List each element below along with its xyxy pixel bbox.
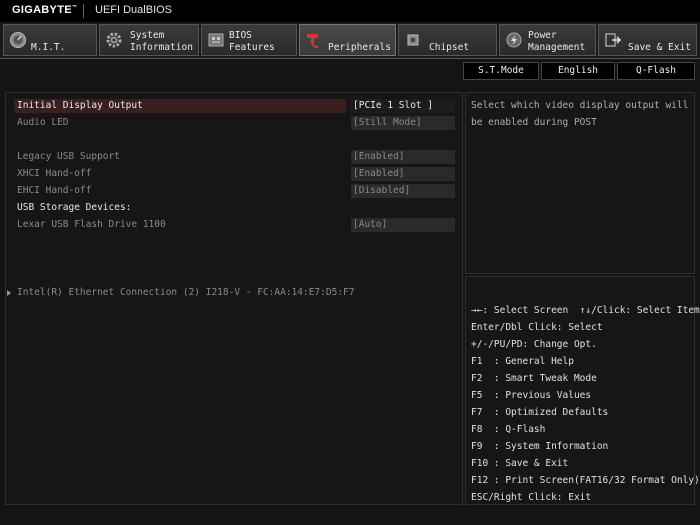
submenu-arrow-icon bbox=[7, 290, 11, 296]
peripheral-plug-icon bbox=[307, 34, 319, 48]
ehci-hand-off-value[interactable]: [Disabled] bbox=[351, 184, 455, 198]
audio-led-value[interactable]: [Still Mode] bbox=[351, 116, 455, 130]
xhci-hand-off-label[interactable]: XHCI Hand-off bbox=[17, 167, 91, 181]
legacy-usb-support-label[interactable]: Legacy USB Support bbox=[17, 150, 120, 164]
lexar-usb-flash-drive-label[interactable]: Lexar USB Flash Drive 1100 bbox=[17, 218, 166, 232]
gear-icon bbox=[106, 32, 122, 48]
tab-system-information-line2: Information bbox=[130, 42, 193, 53]
logo-divider bbox=[83, 4, 84, 18]
tab-system-information-label: System Information bbox=[130, 30, 193, 54]
tab-peripherals-label: Peripherals bbox=[328, 42, 391, 53]
key-legend-line: +/-/PU/PD: Change Opt. bbox=[471, 339, 597, 350]
tab-power-management[interactable]: Power Management bbox=[499, 24, 596, 56]
tab-peripherals[interactable]: Peripherals bbox=[299, 24, 396, 56]
tab-bios-features-line2: Features bbox=[229, 42, 275, 53]
help-panel: Select which video display output will b… bbox=[465, 92, 695, 274]
top-bar: GIGABYTE™ UEFI DualBIOS bbox=[0, 0, 700, 22]
st-mode-button[interactable]: S.T.Mode bbox=[463, 62, 539, 80]
tab-power-management-line1: Power bbox=[528, 30, 557, 41]
bios-chip-icon bbox=[208, 33, 224, 47]
xhci-hand-off-value[interactable]: [Enabled] bbox=[351, 167, 455, 181]
qflash-button[interactable]: Q-Flash bbox=[617, 62, 695, 80]
key-legend-line: F1 : General Help bbox=[471, 356, 574, 367]
gauge-icon bbox=[10, 32, 26, 48]
tab-mit-label: M.I.T. bbox=[31, 42, 66, 53]
key-legend-line: F8 : Q-Flash bbox=[471, 424, 546, 435]
legacy-usb-support-value[interactable]: [Enabled] bbox=[351, 150, 455, 164]
key-legend-line: Enter/Dbl Click: Select bbox=[471, 322, 603, 333]
key-legend-line: →←: Select Screen ↑↓/Click: Select Item bbox=[471, 305, 700, 316]
tab-save-exit-label: Save & Exit bbox=[628, 42, 691, 53]
chip-icon bbox=[407, 34, 419, 46]
usb-storage-devices-header: USB Storage Devices: bbox=[17, 202, 132, 213]
key-legend-line: F5 : Previous Values bbox=[471, 390, 592, 401]
tab-bios-features[interactable]: BIOS Features bbox=[201, 24, 297, 56]
main-tabs: M.I.T. System Information BIOS Features Pe… bbox=[0, 22, 700, 59]
tab-chipset[interactable]: Chipset bbox=[398, 24, 497, 56]
initial-display-output-value[interactable]: [PCIe 1 Slot ] bbox=[351, 99, 455, 113]
key-legend-line: F7 : Optimized Defaults bbox=[471, 407, 609, 418]
brand-logo: GIGABYTE™ bbox=[12, 4, 77, 16]
key-legend-line: ESC/Right Click: Exit bbox=[471, 492, 592, 503]
lexar-usb-flash-drive-value[interactable]: [Auto] bbox=[351, 218, 455, 232]
tab-system-information-line1: System bbox=[130, 30, 165, 41]
help-description: Select which video display output will b… bbox=[471, 100, 695, 128]
tab-power-management-line2: Management bbox=[528, 42, 586, 53]
audio-led-label[interactable]: Audio LED bbox=[17, 116, 68, 130]
brand-name: GIGABYTE bbox=[12, 4, 72, 16]
key-legend-panel: →←: Select Screen ↑↓/Click: Select Item … bbox=[465, 276, 700, 505]
key-legend-line: F10 : Save & Exit bbox=[471, 458, 569, 469]
ethernet-connection-item[interactable]: Intel(R) Ethernet Connection (2) I218-V … bbox=[17, 286, 354, 300]
tab-bios-features-line1: BIOS bbox=[229, 30, 252, 41]
tab-save-exit[interactable]: Save & Exit bbox=[598, 24, 697, 56]
settings-panel: Initial Display Output [PCIe 1 Slot ] Au… bbox=[5, 92, 463, 505]
key-legend-line: F12 : Print Screen(FAT16/32 Format Only) bbox=[471, 475, 700, 486]
tab-mit[interactable]: M.I.T. bbox=[3, 24, 97, 56]
tab-system-information[interactable]: System Information bbox=[99, 24, 199, 56]
product-name: UEFI DualBIOS bbox=[95, 4, 173, 16]
power-icon bbox=[506, 32, 522, 48]
language-button[interactable]: English bbox=[541, 62, 615, 80]
key-legend-line: F2 : Smart Tweak Mode bbox=[471, 373, 597, 384]
tab-bios-features-label: BIOS Features bbox=[229, 30, 275, 54]
ehci-hand-off-label[interactable]: EHCI Hand-off bbox=[17, 184, 91, 198]
tab-power-management-label: Power Management bbox=[528, 30, 585, 54]
brand-trademark: ™ bbox=[71, 4, 78, 11]
exit-icon bbox=[605, 33, 622, 47]
initial-display-output-label[interactable]: Initial Display Output bbox=[17, 99, 143, 113]
key-legend-line: F9 : System Information bbox=[471, 441, 609, 452]
tab-chipset-label: Chipset bbox=[429, 42, 470, 53]
